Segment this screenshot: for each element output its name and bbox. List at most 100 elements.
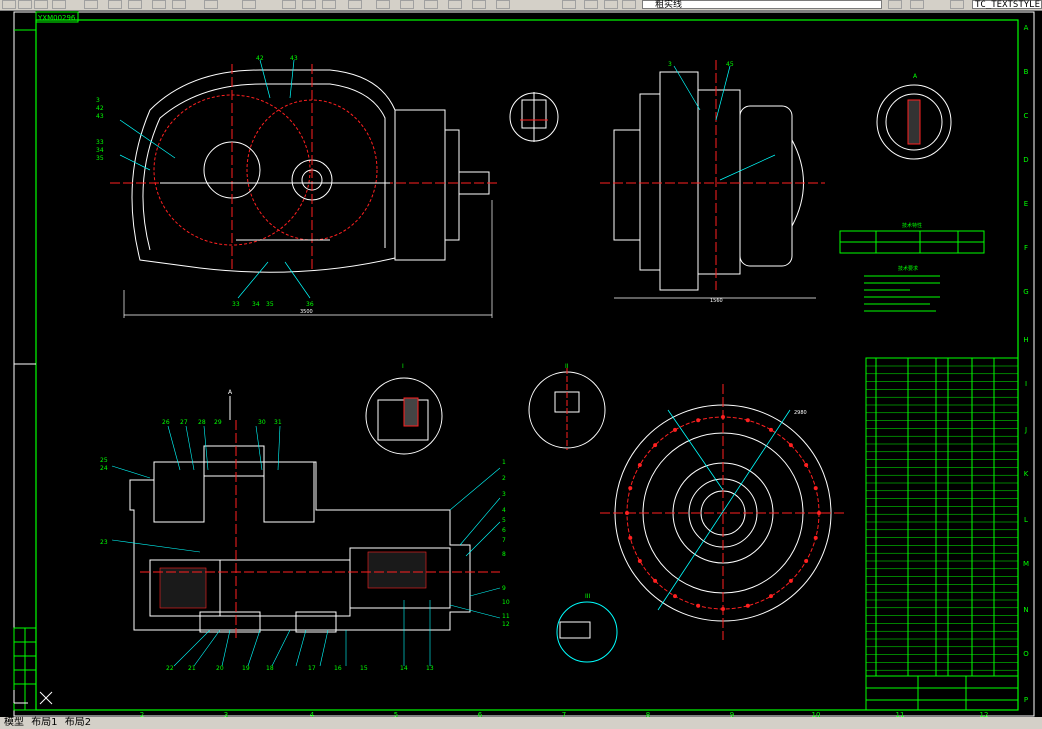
bolt-hole xyxy=(628,486,633,491)
frame-letter: M xyxy=(1023,560,1029,568)
bolt-hole xyxy=(788,578,793,583)
layer-dropdown[interactable]: 粗实线 xyxy=(642,0,882,10)
callout-label: 42 xyxy=(256,55,264,62)
callout-label: 43 xyxy=(290,55,298,62)
callout-label: 7 xyxy=(502,537,506,544)
bolt-hole xyxy=(673,427,677,432)
make-current-icon[interactable] xyxy=(888,0,902,9)
redo-icon[interactable] xyxy=(242,0,256,9)
callout-label: 3 xyxy=(96,97,100,104)
properties-icon[interactable] xyxy=(376,0,390,9)
frame-letter: E xyxy=(1024,200,1028,208)
callout-label: 11 xyxy=(502,613,510,620)
zoom-previous-icon[interactable] xyxy=(348,0,362,9)
dim-flange: 2980 xyxy=(794,410,807,416)
layer-dropdown-value: 粗实线 xyxy=(655,0,683,10)
callout-label: 18 xyxy=(266,665,274,672)
callout-label: 3 xyxy=(668,61,672,68)
callout-label: 16 xyxy=(334,665,342,672)
drawing-canvas[interactable]: YXM00296 A B C D E F G H I J K L M N O P… xyxy=(0,10,1042,719)
bolt-hole xyxy=(745,603,750,608)
frame-letter: L xyxy=(1024,516,1028,524)
detail-view-section-c: III xyxy=(556,593,618,663)
bolt-hole xyxy=(804,559,809,563)
callout-label: 17 xyxy=(308,665,316,672)
zoom-window-icon[interactable] xyxy=(322,0,336,9)
tab-model[interactable]: 模型 xyxy=(4,717,24,729)
section-label: III xyxy=(585,593,591,600)
tech-table-title: 技术特性 xyxy=(902,222,922,229)
bolt-hole xyxy=(813,535,818,540)
frame-letter: N xyxy=(1023,606,1028,614)
front-view: 3500 3 42 43 33 34 35 42 43 33 34 35 36 xyxy=(96,55,500,318)
textstyle-dropdown-value: TC_TEXTSTYLE xyxy=(975,0,1041,10)
layer-freeze-icon[interactable] xyxy=(622,0,636,9)
callout-label: 10 xyxy=(502,599,510,606)
section-label: A xyxy=(228,389,233,396)
callout-label: 34 xyxy=(96,147,104,154)
callout-label: 5 xyxy=(502,517,506,524)
tab-layout1[interactable]: 布局1 xyxy=(31,717,57,729)
calculator-icon[interactable] xyxy=(496,0,510,9)
callout-label: 8 xyxy=(502,551,506,558)
frame-letter: B xyxy=(1024,68,1029,76)
layer-on-icon[interactable] xyxy=(604,0,618,9)
callout-label: 34 xyxy=(252,301,260,308)
textstyle-dropdown[interactable]: TC_TEXTSTYLE xyxy=(972,0,1042,10)
markup-icon[interactable] xyxy=(472,0,486,9)
copy-icon[interactable] xyxy=(108,0,122,9)
callout-label: 14 xyxy=(400,665,408,672)
bolt-hole xyxy=(813,486,818,491)
callout-label: 43 xyxy=(96,113,104,120)
dim-front-width: 3500 xyxy=(300,309,313,315)
toolpalette-icon[interactable] xyxy=(424,0,438,9)
bolt-hole xyxy=(696,418,701,423)
brush-icon[interactable] xyxy=(172,0,186,9)
zoom-icon[interactable] xyxy=(84,0,98,9)
ucs-icon xyxy=(13,690,53,705)
sheetset-icon[interactable] xyxy=(448,0,462,9)
matchprop-icon[interactable] xyxy=(152,0,166,9)
detail-view-key: A xyxy=(876,73,952,160)
callout-label: 9 xyxy=(502,585,506,592)
undo-icon[interactable] xyxy=(204,0,218,9)
callout-label: 27 xyxy=(180,419,188,426)
bolt-hole xyxy=(673,594,677,599)
bolt-hole xyxy=(745,418,750,423)
section-label: A xyxy=(913,73,918,80)
designcenter-icon[interactable] xyxy=(400,0,414,9)
pan-icon[interactable] xyxy=(282,0,296,9)
layer-state-icon[interactable] xyxy=(584,0,598,9)
bolt-hole xyxy=(769,427,773,432)
frame-letter: I xyxy=(1025,380,1027,388)
paste-icon[interactable] xyxy=(128,0,142,9)
cad-drawing: YXM00296 A B C D E F G H I J K L M N O P… xyxy=(13,11,1035,719)
detail-view-section-b: II xyxy=(528,363,606,450)
save-icon[interactable] xyxy=(34,0,48,9)
callout-label: 4 xyxy=(502,507,506,514)
layer-manager-icon[interactable] xyxy=(562,0,576,9)
callout-label: 15 xyxy=(360,665,368,672)
callout-label: 31 xyxy=(274,419,282,426)
side-view: 1560 3 45 xyxy=(600,60,825,304)
tab-layout2[interactable]: 布局2 xyxy=(65,717,91,729)
new-icon[interactable] xyxy=(2,0,16,9)
print-icon[interactable] xyxy=(52,0,66,9)
bolt-hole xyxy=(653,578,658,583)
zoom-realtime-icon[interactable] xyxy=(302,0,316,9)
text-style-icon[interactable] xyxy=(950,0,964,9)
callout-label: 26 xyxy=(162,419,170,426)
detail-view-bolt xyxy=(509,92,559,142)
bolt-hole xyxy=(653,443,658,448)
section-label: II xyxy=(565,363,569,370)
frame-letter: O xyxy=(1023,650,1029,658)
layer-previous-icon[interactable] xyxy=(910,0,924,9)
open-icon[interactable] xyxy=(18,0,32,9)
callout-label: 21 xyxy=(188,665,196,672)
detail-view-section-a: I xyxy=(365,363,443,455)
callout-label: 6 xyxy=(502,527,506,534)
bolt-hole xyxy=(637,559,642,563)
outer-frame xyxy=(13,11,1035,717)
callout-label: 45 xyxy=(726,61,734,68)
frame-letter: H xyxy=(1023,336,1028,344)
